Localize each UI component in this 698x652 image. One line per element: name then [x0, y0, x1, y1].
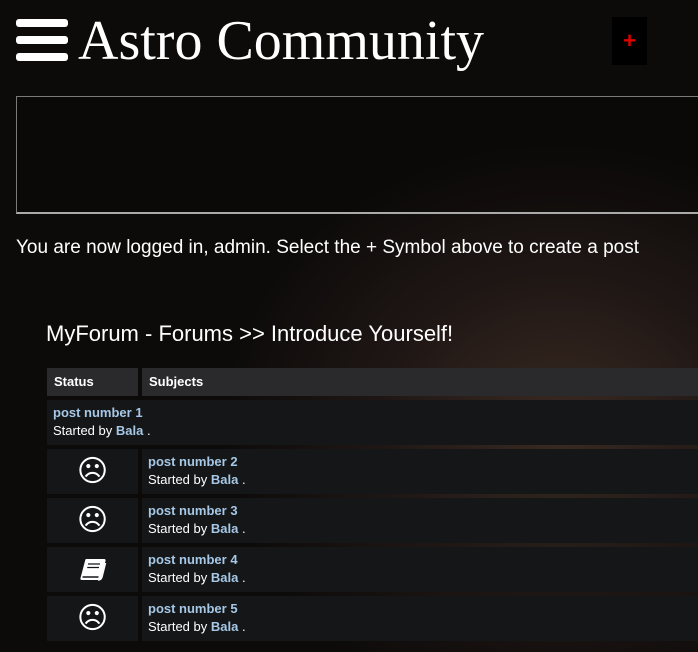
post-title-link[interactable]: post number 4 — [148, 551, 698, 569]
table-header: Status Subjects — [47, 368, 698, 396]
row-suffix: . — [238, 472, 246, 487]
row-suffix: . — [238, 521, 246, 536]
menu-bar — [16, 53, 68, 61]
author-link[interactable]: Bala — [211, 570, 238, 585]
status-cell: ☹ — [47, 596, 138, 641]
new-post-button[interactable]: + — [612, 17, 647, 65]
table-row: post number 4 Started by Bala . — [47, 547, 698, 592]
started-by-label: Started by — [148, 570, 208, 585]
status-cell: ☹ — [47, 449, 138, 494]
started-by-text: Started by Bala . — [53, 422, 698, 440]
author-link[interactable]: Bala — [211, 619, 238, 634]
post-title-link[interactable]: post number 5 — [148, 600, 698, 618]
table-row: ☹ post number 2 Started by Bala . — [47, 449, 698, 494]
status-cell: ☹ — [47, 498, 138, 543]
hamburger-menu-icon[interactable] — [16, 19, 68, 62]
sad-face-icon: ☹ — [76, 600, 109, 636]
started-by-label: Started by — [53, 423, 113, 438]
login-message: You are now logged in, admin. Select the… — [16, 237, 640, 258]
subject-cell: post number 5 Started by Bala . — [142, 596, 698, 641]
table-row: ☹ post number 3 Started by Bala . — [47, 498, 698, 543]
started-by-label: Started by — [148, 521, 208, 536]
started-by-label: Started by — [148, 619, 208, 634]
status-cell — [47, 547, 138, 592]
menu-bar — [16, 36, 68, 44]
subject-cell: post number 4 Started by Bala . — [142, 547, 698, 592]
started-by-text: Started by Bala . — [148, 471, 698, 489]
sad-face-icon: ☹ — [76, 453, 109, 489]
row-suffix: . — [238, 570, 246, 585]
table-row: post number 1 Started by Bala . — [47, 400, 698, 445]
column-header-subjects: Subjects — [142, 368, 698, 396]
author-link[interactable]: Bala — [116, 423, 143, 438]
banner-box — [16, 96, 698, 214]
row-suffix: . — [238, 619, 246, 634]
breadcrumb: MyForum - Forums >> Introduce Yourself! — [46, 321, 454, 346]
started-by-label: Started by — [148, 472, 208, 487]
post-title-link[interactable]: post number 2 — [148, 453, 698, 471]
book-icon — [79, 558, 106, 581]
post-title-link[interactable]: post number 1 — [53, 404, 698, 422]
site-title: Astro Community — [78, 10, 485, 72]
column-header-status: Status — [47, 368, 138, 396]
forum-table: Status Subjects post number 1 Started by… — [47, 368, 698, 641]
started-by-text: Started by Bala . — [148, 520, 698, 538]
subject-cell: post number 2 Started by Bala . — [142, 449, 698, 494]
subject-cell: post number 3 Started by Bala . — [142, 498, 698, 543]
post-title-link[interactable]: post number 3 — [148, 502, 698, 520]
started-by-text: Started by Bala . — [148, 569, 698, 587]
author-link[interactable]: Bala — [211, 472, 238, 487]
author-link[interactable]: Bala — [211, 521, 238, 536]
sad-face-icon: ☹ — [76, 502, 109, 538]
table-row: ☹ post number 5 Started by Bala . — [47, 596, 698, 641]
menu-bar — [16, 19, 68, 27]
started-by-text: Started by Bala . — [148, 618, 698, 636]
row-suffix: . — [143, 423, 151, 438]
